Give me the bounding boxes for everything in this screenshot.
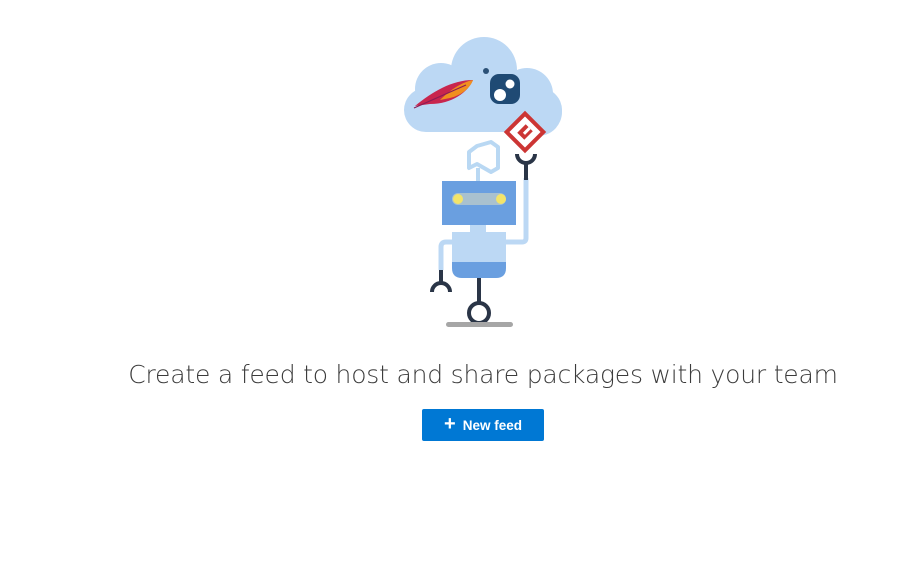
robot-left-arm <box>430 239 452 293</box>
robot-wheel <box>446 278 513 327</box>
packages-empty-state: Create a feed to host and share packages… <box>0 0 922 572</box>
plus-icon: + <box>444 413 456 435</box>
robot-cloud-illustration <box>404 37 562 327</box>
cloud-icon <box>404 37 562 136</box>
empty-state-headline: Create a feed to host and share packages… <box>128 360 838 389</box>
new-feed-button[interactable]: + New feed <box>422 409 544 441</box>
robot-head <box>442 181 516 225</box>
visual-studio-icon <box>467 140 500 182</box>
robot-body <box>452 232 506 278</box>
new-feed-button-label: New feed <box>462 417 522 433</box>
